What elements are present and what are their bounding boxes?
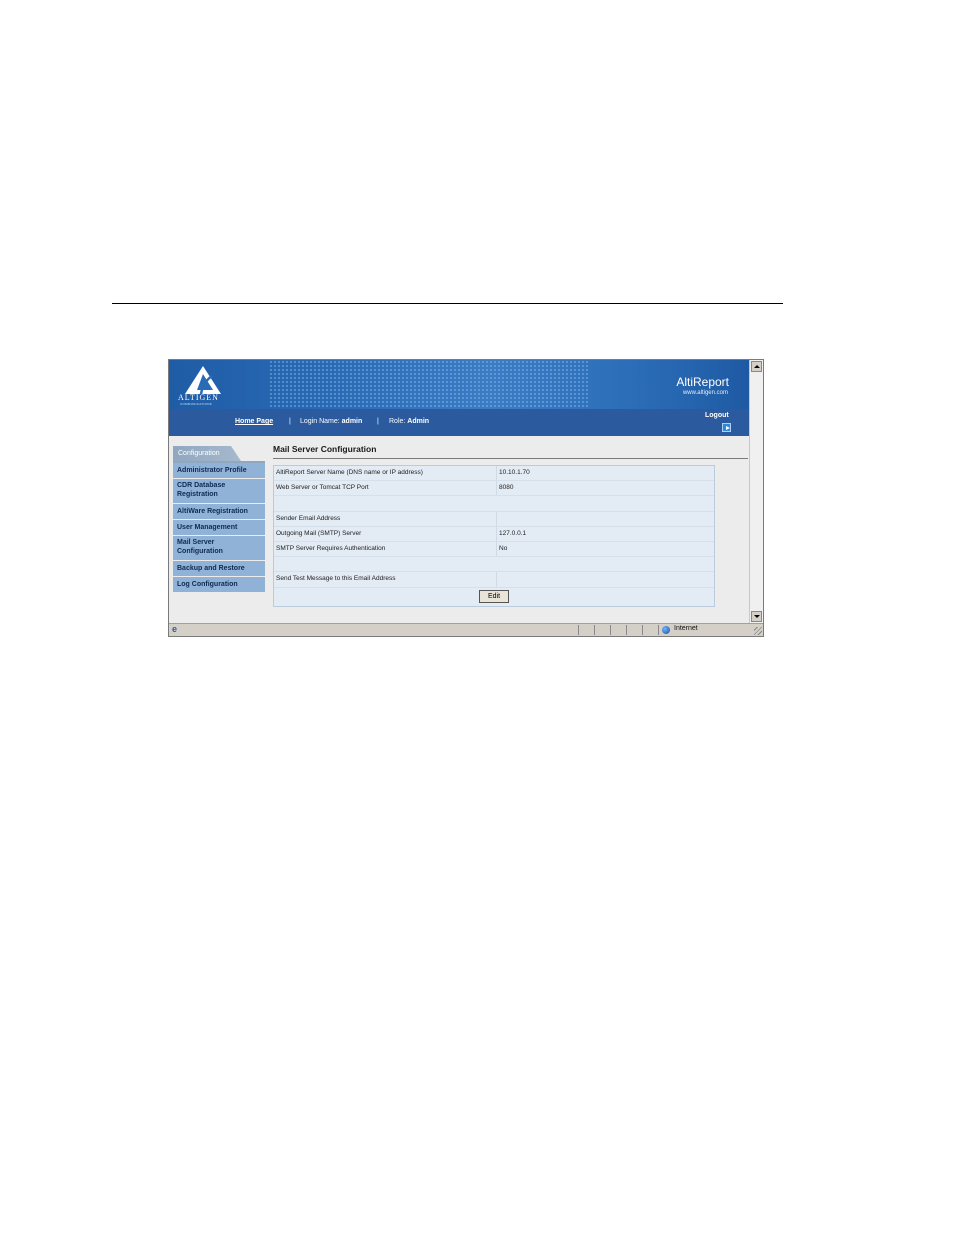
- row-value: [496, 496, 714, 510]
- table-row: [274, 557, 714, 573]
- nav-separator: |: [377, 418, 379, 425]
- header-banner: ALTIGEN COMMUNICATIONS AltiReport www.al…: [169, 360, 750, 409]
- status-cell: [658, 625, 659, 635]
- logout-link[interactable]: Logout: [705, 412, 729, 419]
- sidebar-item-log-configuration[interactable]: Log Configuration: [173, 577, 265, 593]
- login-value: admin: [341, 418, 363, 425]
- row-label: Outgoing Mail (SMTP) Server: [274, 526, 497, 541]
- button-row: Edit: [274, 587, 714, 606]
- row-label: [274, 557, 496, 571]
- vertical-scrollbar[interactable]: [749, 360, 763, 623]
- row-value: [497, 572, 714, 586]
- row-value: 10.10.1.70: [499, 469, 530, 476]
- sidebar-section-tab[interactable]: Configuration: [173, 446, 241, 461]
- sidebar-item-mail-server-configuration[interactable]: Mail Server Configuration: [173, 536, 265, 561]
- row-value: [497, 512, 714, 526]
- table-row: Web Server or Tomcat TCP Port 8080: [274, 481, 714, 497]
- row-value: 8080: [499, 484, 514, 492]
- config-table: AltiReport Server Name (DNS name or IP a…: [273, 465, 715, 607]
- sidebar: Configuration Administrator Profile CDR …: [173, 446, 265, 593]
- page-divider: [112, 303, 783, 304]
- banner-pattern: [269, 360, 589, 409]
- app-url: www.altigen.com: [682, 390, 728, 396]
- login-label: Login Name:: [300, 418, 340, 425]
- row-value: [496, 557, 714, 571]
- page-viewport: ALTIGEN COMMUNICATIONS AltiReport www.al…: [169, 360, 750, 623]
- role-info: Role: Admin: [389, 418, 429, 425]
- top-navbar: Home Page | Login Name: admin | Role: Ad…: [169, 409, 750, 436]
- resize-grip-icon[interactable]: [754, 627, 762, 635]
- row-label: [274, 496, 496, 510]
- internet-zone-icon: [662, 626, 670, 634]
- scroll-up-icon[interactable]: [751, 361, 762, 372]
- security-zone-label: Internet: [674, 625, 698, 632]
- title-divider: [273, 458, 748, 459]
- edit-button[interactable]: Edit: [479, 589, 509, 603]
- table-row: SMTP Server Requires Authentication No: [274, 541, 714, 558]
- row-label: Web Server or Tomcat TCP Port: [274, 481, 497, 496]
- login-info: Login Name: admin: [300, 418, 362, 425]
- page-status-icon: e: [172, 624, 178, 634]
- role-value: Admin: [407, 418, 430, 425]
- nav-separator: |: [289, 418, 291, 425]
- sidebar-item-administrator-profile[interactable]: Administrator Profile: [173, 463, 265, 479]
- table-row: Send Test Message to this Email Address: [274, 572, 714, 588]
- status-cell: [642, 625, 643, 635]
- app-title: AltiReport: [676, 375, 729, 389]
- sidebar-item-altiware-registration[interactable]: AltiWare Registration: [173, 504, 265, 520]
- row-value: 127.0.0.1: [499, 529, 527, 537]
- scroll-down-icon[interactable]: [751, 611, 762, 622]
- status-bar: e Internet: [169, 623, 763, 636]
- sidebar-item-user-management[interactable]: User Management: [173, 520, 265, 536]
- browser-window: ALTIGEN COMMUNICATIONS AltiReport www.al…: [168, 359, 764, 637]
- page-title: Mail Server Configuration: [273, 444, 377, 454]
- logo-subtext: COMMUNICATIONS: [180, 402, 212, 406]
- sidebar-item-cdr-database-registration[interactable]: CDR Database Registration: [173, 479, 265, 504]
- table-row: Outgoing Mail (SMTP) Server 127.0.0.1: [274, 526, 714, 542]
- status-cell: [578, 625, 579, 635]
- role-label: Role:: [389, 418, 406, 425]
- row-value: No: [499, 544, 508, 552]
- status-cell: [610, 625, 611, 635]
- row-label: AltiReport Server Name (DNS name or IP a…: [274, 466, 497, 481]
- status-cell: [594, 625, 595, 635]
- row-label: Sender Email Address: [274, 511, 497, 526]
- table-row: AltiReport Server Name (DNS name or IP a…: [274, 466, 714, 482]
- sidebar-item-backup-and-restore[interactable]: Backup and Restore: [173, 561, 265, 577]
- logo-wordmark: ALTIGEN: [178, 393, 219, 402]
- logout-arrow-icon[interactable]: [722, 423, 731, 432]
- table-row: Sender Email Address: [274, 511, 714, 527]
- home-page-link[interactable]: Home Page: [235, 418, 273, 425]
- row-label: Send Test Message to this Email Address: [274, 572, 497, 587]
- table-row: [274, 496, 714, 512]
- row-label: SMTP Server Requires Authentication: [274, 541, 497, 557]
- status-cell: [626, 625, 627, 635]
